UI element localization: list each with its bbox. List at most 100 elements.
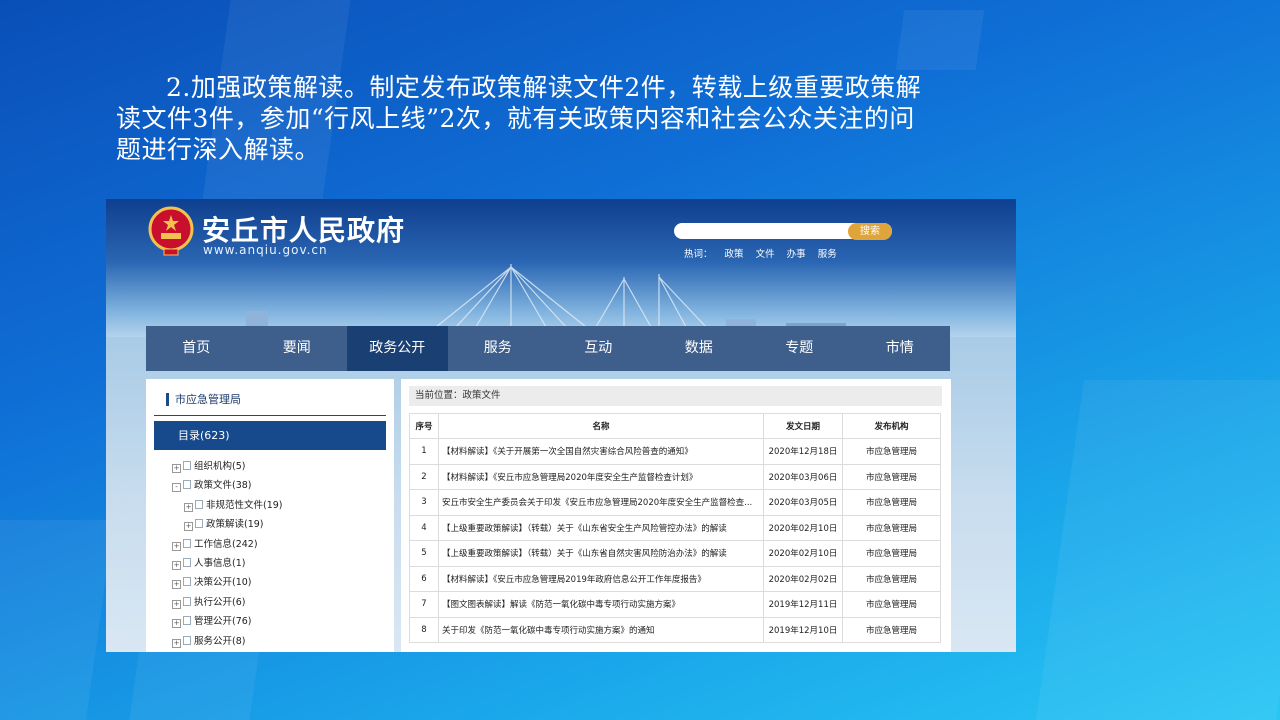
tree-item[interactable]: + 执行公开(6) <box>172 593 283 612</box>
folder-icon <box>183 596 191 606</box>
expand-icon[interactable]: + <box>172 619 181 629</box>
hot-word-link[interactable]: 服务 <box>818 249 837 260</box>
row-index: 5 <box>409 540 439 567</box>
content-panel: 当前位置：政策文件 序号 名称 发文日期 发布机构 1 【材料解读】《关于开展第一… <box>401 379 951 652</box>
tree-item[interactable]: + 组织机构(5) <box>172 457 283 476</box>
row-title-link[interactable]: 【上级重要政策解读】（转载）关于《山东省安全生产风险管控办法》的解读 <box>438 514 764 541</box>
row-title-link[interactable]: 关于印发《防范一氧化碳中毒专项行动实施方案》的通知 <box>438 616 764 643</box>
row-date: 2020年02月02日 <box>763 565 843 592</box>
row-date: 2020年03月05日 <box>763 489 843 516</box>
row-index: 2 <box>409 463 439 490</box>
table-row: 3 安丘市安全生产委员会关于印发《安丘市应急管理局2020年度安全生产监督检查..… <box>409 489 941 516</box>
slide-paragraph-box: 2.加强政策解读。制定发布政策解读文件2件，转载上级重要政策解读文件3件，参加“… <box>116 72 936 165</box>
directory-header[interactable]: 目录(623) <box>154 421 386 450</box>
tree-item-label: 人事信息(1) <box>194 557 246 569</box>
row-index: 4 <box>409 514 439 541</box>
hot-word-link[interactable]: 文件 <box>756 249 775 260</box>
folder-icon <box>195 499 203 509</box>
tree-item[interactable]: + 政策解读(19) <box>172 515 283 534</box>
tree-item[interactable]: - 政策文件(38) <box>172 476 283 495</box>
tree-item[interactable]: + 非规范性文件(19) <box>172 496 283 515</box>
main-nav: 首页 要闻 政务公开 服务 互动 数据 专题 市情 <box>146 326 950 371</box>
tree-item-label: 非规范性文件(19) <box>206 499 283 511</box>
table-header-row: 序号 名称 发文日期 发布机构 <box>409 413 941 439</box>
row-date: 2019年12月11日 <box>763 591 843 618</box>
row-publisher: 市应急管理局 <box>842 591 941 618</box>
tree-item[interactable]: + 服务公开(8) <box>172 632 283 651</box>
folder-icon <box>183 616 191 626</box>
folder-icon <box>183 635 191 645</box>
row-publisher: 市应急管理局 <box>842 463 941 490</box>
department-title: 市应急管理局 <box>166 393 241 406</box>
folder-icon <box>183 557 191 567</box>
row-publisher: 市应急管理局 <box>842 616 941 643</box>
table-row: 4 【上级重要政策解读】（转载）关于《山东省安全生产风险管控办法》的解读 2020年… <box>409 514 941 541</box>
table-row: 7 【图文图表解读】解读《防范一氧化碳中毒专项行动实施方案》 2019年12月11日… <box>409 591 941 618</box>
expand-icon[interactable]: + <box>184 522 193 532</box>
search-button[interactable]: 搜索 <box>848 223 892 240</box>
tree-item-label: 管理公开(76) <box>194 616 252 628</box>
row-publisher: 市应急管理局 <box>842 489 941 516</box>
row-title-link[interactable]: 【材料解读】《安丘市应急管理局2020年度安全生产监督检查计划》 <box>438 463 764 490</box>
expand-icon[interactable]: + <box>172 599 181 609</box>
website-screenshot: 安丘市人民政府 www.anqiu.gov.cn 搜索 热词： 政策 文件 办事… <box>106 199 1016 652</box>
row-title-link[interactable]: 【材料解读】《关于开展第一次全国自然灾害综合风险普查的通知》 <box>438 438 764 465</box>
hot-words: 热词： 政策 文件 办事 服务 <box>684 246 846 260</box>
tree-item[interactable]: + 管理公开(76) <box>172 612 283 631</box>
nav-item-interaction[interactable]: 互动 <box>548 326 649 371</box>
policy-file-table: 序号 名称 发文日期 发布机构 1 【材料解读】《关于开展第一次全国自然灾害综合风… <box>409 413 941 643</box>
expand-icon[interactable]: + <box>172 580 181 590</box>
nav-item-gov-affairs[interactable]: 政务公开 <box>347 326 448 371</box>
slide-paragraph: 2.加强政策解读。制定发布政策解读文件2件，转载上级重要政策解读文件3件，参加“… <box>116 73 922 164</box>
collapse-icon[interactable]: - <box>172 483 181 493</box>
tree-item-label: 政策文件(38) <box>194 480 252 492</box>
background-shape <box>1036 380 1280 720</box>
tree-item-label: 服务公开(8) <box>194 635 246 647</box>
tree-item[interactable]: + 决策公开(10) <box>172 573 283 592</box>
nav-item-data[interactable]: 数据 <box>649 326 750 371</box>
background-shape <box>0 520 115 720</box>
row-date: 2020年02月10日 <box>763 514 843 541</box>
row-title-link[interactable]: 【图文图表解读】解读《防范一氧化碳中毒专项行动实施方案》 <box>438 591 764 618</box>
row-title-link[interactable]: 【材料解读】《安丘市应急管理局2019年政府信息公开工作年度报告》 <box>438 565 764 592</box>
tree-item[interactable]: + 人事信息(1) <box>172 554 283 573</box>
row-publisher: 市应急管理局 <box>842 438 941 465</box>
table-row: 5 【上级重要政策解读】（转载）关于《山东省自然灾害风险防治办法》的解读 2020年… <box>409 540 941 567</box>
row-title-link[interactable]: 【上级重要政策解读】（转载）关于《山东省自然灾害风险防治办法》的解读 <box>438 540 764 567</box>
nav-item-home[interactable]: 首页 <box>146 326 247 371</box>
tree-item-label: 执行公开(6) <box>194 596 246 608</box>
row-index: 3 <box>409 489 439 516</box>
site-url: www.anqiu.gov.cn <box>203 243 328 257</box>
directory-tree: + 组织机构(5) - 政策文件(38) + 非规范性文件(19) + 政策解读(19)… <box>172 457 283 651</box>
folder-icon <box>183 480 191 490</box>
row-index: 8 <box>409 616 439 643</box>
row-date: 2020年03月06日 <box>763 463 843 490</box>
hot-word-link[interactable]: 政策 <box>725 249 744 260</box>
row-index: 6 <box>409 565 439 592</box>
expand-icon[interactable]: + <box>172 560 181 570</box>
folder-icon <box>183 538 191 548</box>
tree-item[interactable]: + 工作信息(242) <box>172 535 283 554</box>
table-row: 1 【材料解读】《关于开展第一次全国自然灾害综合风险普查的通知》 2020年12月1… <box>409 438 941 465</box>
column-header: 发文日期 <box>763 413 843 439</box>
column-header: 名称 <box>438 413 764 439</box>
hot-words-label: 热词： <box>684 249 713 260</box>
expand-icon[interactable]: + <box>172 464 181 473</box>
folder-icon <box>195 519 203 529</box>
expand-icon[interactable]: + <box>172 638 181 648</box>
divider <box>154 415 386 416</box>
expand-icon[interactable]: + <box>184 502 193 512</box>
expand-icon[interactable]: + <box>172 541 181 551</box>
row-title-link[interactable]: 安丘市安全生产委员会关于印发《安丘市应急管理局2020年度安全生产监督检查... <box>438 489 764 516</box>
nav-item-topics[interactable]: 专题 <box>749 326 850 371</box>
nav-item-city-info[interactable]: 市情 <box>850 326 951 371</box>
background-shape <box>895 10 985 70</box>
nav-item-news[interactable]: 要闻 <box>247 326 348 371</box>
national-emblem-icon <box>148 206 194 256</box>
row-date: 2020年02月10日 <box>763 540 843 567</box>
column-header: 发布机构 <box>842 413 941 439</box>
nav-item-services[interactable]: 服务 <box>448 326 549 371</box>
tree-item-label: 政策解读(19) <box>206 519 264 531</box>
hot-word-link[interactable]: 办事 <box>787 249 806 260</box>
table-row: 6 【材料解读】《安丘市应急管理局2019年政府信息公开工作年度报告》 2020年0… <box>409 565 941 592</box>
